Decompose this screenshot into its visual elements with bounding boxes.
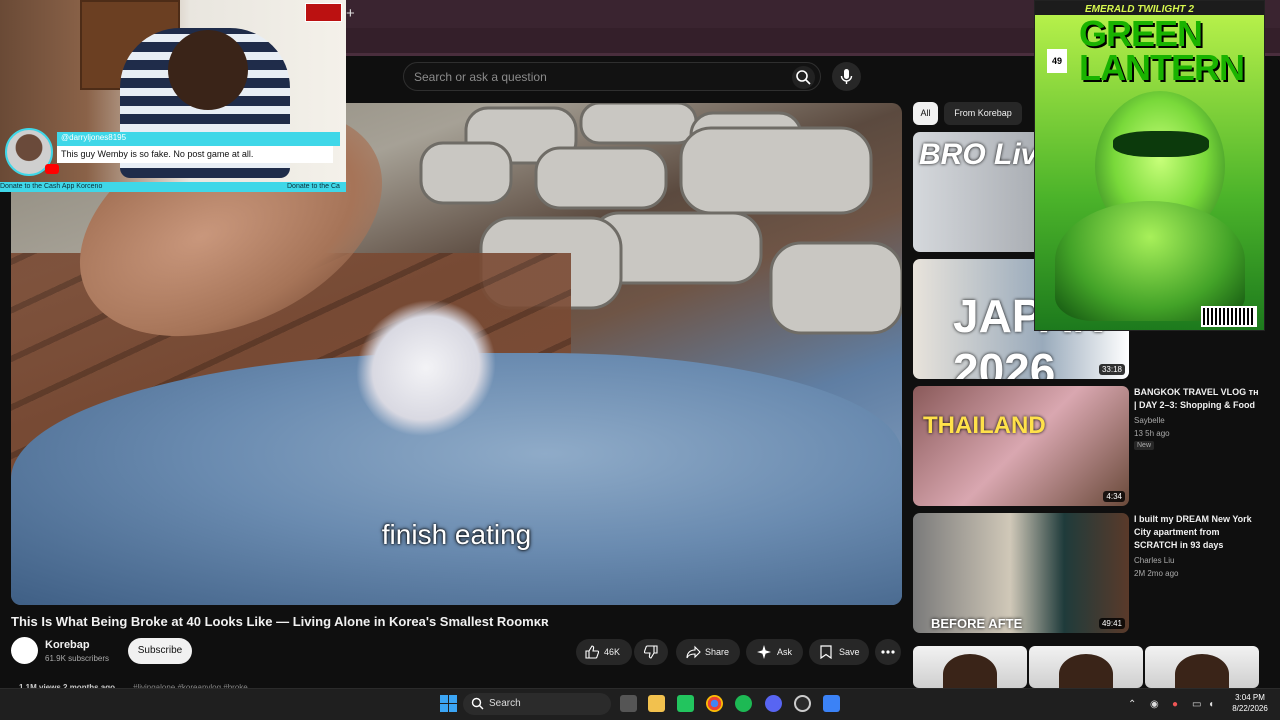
video-subtitle: finish eating xyxy=(381,519,532,550)
voice-search-button[interactable] xyxy=(832,62,861,91)
thumbnail-face xyxy=(943,654,997,688)
start-button[interactable] xyxy=(440,695,457,712)
spotify-icon[interactable] xyxy=(735,695,752,712)
clock-date: 8/22/2026 xyxy=(1232,704,1268,713)
windows-logo-icon xyxy=(440,695,457,712)
channel-name[interactable]: Korebap xyxy=(45,639,90,651)
save-label: Save xyxy=(839,647,860,657)
chrome-icon[interactable] xyxy=(706,695,723,712)
video-duration: 4:34 xyxy=(1103,491,1125,502)
microphone-icon xyxy=(840,69,853,84)
recommended-channel[interactable]: Charles Liu xyxy=(1134,556,1174,565)
recommended-thumbnail[interactable]: BEFORE AFTE 49:41 xyxy=(913,513,1129,633)
stream-logo xyxy=(305,3,342,22)
search-icon xyxy=(796,70,811,85)
comic-logo: GREEN LANTERN xyxy=(1079,13,1245,88)
thumbs-up-icon xyxy=(585,645,599,659)
ask-button[interactable]: Ask xyxy=(746,639,803,665)
search-icon xyxy=(471,697,484,710)
recommended-meta: 2M 2mo ago xyxy=(1134,569,1179,578)
file-explorer-icon[interactable] xyxy=(648,695,665,712)
subscribe-button[interactable]: Subscribe xyxy=(128,638,192,664)
chat-username: @darryljones8195 xyxy=(61,133,127,142)
search-bar[interactable]: Search or ask a question xyxy=(403,62,821,91)
chat-message: This guy Wemby is so fake. No post game … xyxy=(61,149,254,159)
webcam-overlay: @darryljones8195 This guy Wemby is so fa… xyxy=(0,0,346,192)
bookmark-icon xyxy=(820,645,832,659)
recommended-thumbnail[interactable] xyxy=(1145,646,1259,688)
new-tab-button[interactable]: + xyxy=(346,5,355,22)
search-input[interactable]: Search or ask a question xyxy=(414,70,547,84)
channel-subscriber-count: 61.9K subscribers xyxy=(45,654,110,663)
search-button[interactable] xyxy=(792,66,815,89)
discord-icon[interactable] xyxy=(765,695,782,712)
video-title: This Is What Being Broke at 40 Looks Lik… xyxy=(11,614,549,629)
recommended-title[interactable]: BANGKOK TRAVEL VLOG ᴛʜ | DAY 2–3: Shoppi… xyxy=(1134,386,1260,412)
clock-time: 3:04 PM xyxy=(1235,693,1265,702)
chip-all[interactable]: All xyxy=(913,102,938,125)
microphone-icon[interactable]: ● xyxy=(1172,699,1178,710)
like-button[interactable]: 46K xyxy=(576,639,632,665)
video-duration: 33:18 xyxy=(1098,364,1125,375)
thumbnail-face xyxy=(1059,654,1113,688)
recommended-meta: 13 5h ago xyxy=(1134,429,1170,438)
more-actions-button[interactable] xyxy=(875,639,901,665)
thumbnail-face xyxy=(1175,654,1229,688)
new-badge: New xyxy=(1134,441,1155,450)
youtube-icon xyxy=(45,164,59,174)
system-clock[interactable]: 3:04 PM 8/22/2026 xyxy=(1224,692,1276,714)
thumbs-down-icon xyxy=(644,645,658,659)
share-button[interactable]: Share xyxy=(676,639,740,665)
chevron-up-icon[interactable]: ⌃ xyxy=(1128,699,1136,710)
volume-icon[interactable]: ◖ xyxy=(1208,699,1214,710)
photos-icon[interactable] xyxy=(823,695,840,712)
more-horizontal-icon xyxy=(881,650,895,654)
donate-text-right: Donate to the Ca xyxy=(287,183,340,190)
comic-issue-number: 49 xyxy=(1047,49,1067,73)
save-button[interactable]: Save xyxy=(809,639,869,665)
taskbar-search[interactable] xyxy=(463,693,611,715)
chip-from-channel[interactable]: From Korebap xyxy=(944,102,1022,125)
task-view-icon[interactable] xyxy=(620,695,637,712)
recommended-thumbnail[interactable]: THAILAND 4:34 xyxy=(913,386,1129,506)
webcam-streamer-head xyxy=(168,30,248,110)
donate-text-left: Donate to the Cash App Korceno xyxy=(0,183,103,190)
thumbnail-text: THAILAND xyxy=(923,412,1046,439)
comic-cover-overlay: EMERALD TWILIGHT 2 GREEN LANTERN 49 xyxy=(1034,0,1265,331)
share-label: Share xyxy=(705,647,730,657)
comic-character-hand xyxy=(1055,201,1245,321)
sparkle-icon xyxy=(757,645,771,659)
thumbnail-text: BEFORE AFTE xyxy=(931,616,1023,631)
ask-label: Ask xyxy=(777,647,793,657)
recommended-thumbnail[interactable] xyxy=(1029,646,1143,688)
channel-avatar[interactable] xyxy=(11,637,38,664)
comic-character-mask xyxy=(1113,131,1209,157)
taskbar-search-label: Search xyxy=(489,698,521,709)
discord-tray-icon[interactable]: ◉ xyxy=(1150,699,1159,710)
recommended-channel[interactable]: Saybelle xyxy=(1134,416,1165,425)
share-icon xyxy=(686,645,701,659)
app-icon[interactable] xyxy=(677,695,694,712)
windows-taskbar xyxy=(0,688,1280,720)
comic-barcode xyxy=(1201,306,1257,327)
dislike-button[interactable] xyxy=(634,639,668,665)
recommended-thumbnail[interactable] xyxy=(913,646,1027,688)
network-icon[interactable]: ▭ xyxy=(1192,699,1201,710)
chat-highlight: @darryljones8195 This guy Wemby is so fa… xyxy=(5,128,340,176)
video-duration: 49:41 xyxy=(1098,618,1125,629)
like-count: 46K xyxy=(604,647,621,657)
recommended-title[interactable]: I built my DREAM New York City apartment… xyxy=(1134,513,1260,552)
browser-icon[interactable] xyxy=(794,695,811,712)
